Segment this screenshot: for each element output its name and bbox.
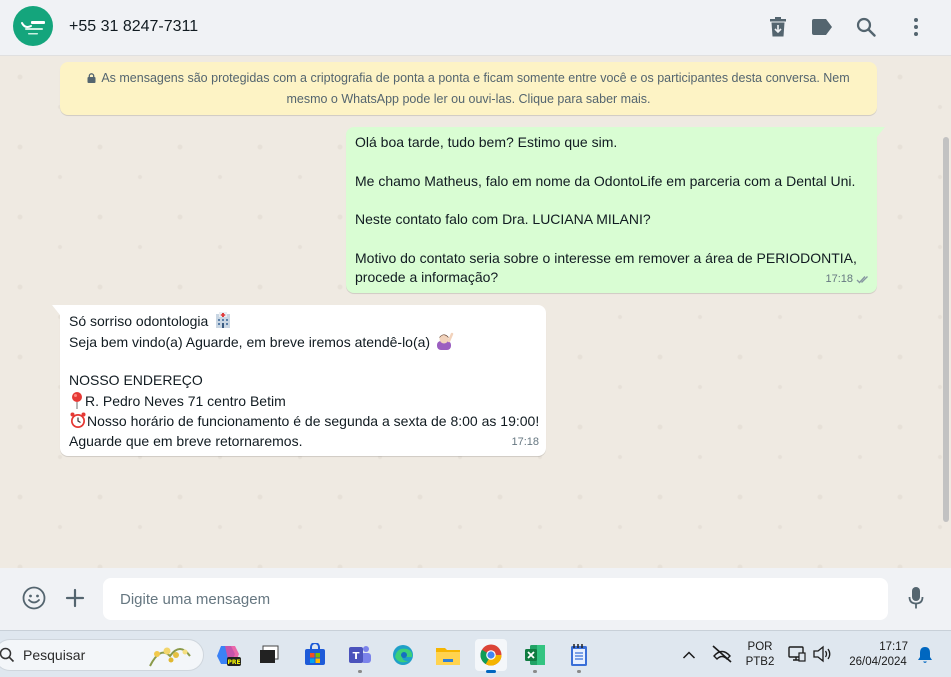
taskbar-teams-icon[interactable]: T — [344, 639, 376, 673]
pushpin-emoji-icon — [72, 391, 82, 409]
double-check-icon — [856, 275, 868, 284]
taskbar-copilot-icon[interactable]: PRE — [212, 639, 244, 671]
svg-text:T: T — [353, 651, 360, 662]
menu-dots-icon[interactable] — [903, 14, 929, 40]
contact-avatar[interactable] — [13, 6, 53, 46]
message-time: 17:18 — [825, 270, 870, 290]
message-time: 17:18 — [511, 435, 539, 448]
message-line: Neste contato falo com Dra. LUCIANA MILA… — [355, 211, 651, 227]
attach-plus-icon[interactable] — [62, 585, 88, 611]
taskbar-excel-icon[interactable] — [519, 639, 551, 673]
volume-icon[interactable] — [812, 645, 832, 668]
incoming-message[interactable]: Só sorriso odontologia Seja bem vindo(a)… — [52, 305, 546, 456]
message-line: Só sorriso odontologia — [69, 313, 209, 329]
no-network-icon[interactable] — [711, 644, 733, 669]
contact-name[interactable]: +55 31 8247-7311 — [69, 18, 198, 36]
notification-bell-icon[interactable] — [917, 646, 933, 669]
taskbar-search-text: Pesquisar — [23, 647, 86, 663]
taskbar-store-icon[interactable] — [299, 639, 331, 671]
chat-header: +55 31 8247-7311 — [0, 0, 951, 56]
woman-raising-hand-emoji-icon — [436, 332, 454, 350]
encryption-notice[interactable]: As mensagens são protegidas com a cripto… — [60, 62, 877, 115]
svg-text:PRE: PRE — [227, 659, 240, 666]
search-icon[interactable] — [853, 14, 879, 40]
taskbar-notepad-icon[interactable] — [563, 639, 595, 673]
encryption-notice-text: As mensagens são protegidas com a cripto… — [101, 71, 850, 106]
alarm-clock-emoji-icon — [70, 412, 86, 428]
clinic-logo-icon — [21, 21, 45, 35]
message-line: Aguarde que em breve retornaremos. — [69, 432, 303, 449]
input-language-indicator[interactable]: POR PTB2 — [744, 640, 776, 670]
emoji-icon[interactable] — [21, 585, 47, 611]
message-input[interactable] — [103, 578, 888, 620]
lock-icon — [87, 73, 96, 83]
message-composer — [0, 568, 951, 630]
taskbar-edge-icon[interactable] — [387, 639, 419, 671]
tray-chevron-up-icon[interactable] — [682, 647, 696, 665]
taskbar-chrome-icon[interactable] — [475, 639, 507, 673]
chat-scrollbar[interactable] — [943, 137, 949, 522]
hospital-emoji-icon — [216, 312, 231, 328]
message-line: Seja bem vindo(a) Aguarde, em breve irem… — [69, 333, 431, 350]
search-highlight-image — [149, 647, 191, 667]
microphone-icon[interactable] — [903, 585, 929, 611]
taskbar-explorer-icon[interactable] — [432, 639, 464, 671]
message-line: procede a informação? — [355, 269, 499, 285]
message-line: Olá boa tarde, tudo bem? Estimo que sim. — [355, 134, 618, 150]
windows-taskbar: Pesquisar PRE T POR PTB2 17:17 26/04/202… — [0, 630, 951, 677]
taskbar-taskview-icon[interactable] — [253, 639, 285, 671]
taskbar-clock[interactable]: 17:17 26/04/2024 — [842, 640, 914, 670]
taskbar-search[interactable]: Pesquisar — [0, 639, 204, 671]
delete-icon[interactable] — [765, 14, 791, 40]
message-line: R. Pedro Neves 71 centro Betim — [85, 392, 286, 409]
message-line: Me chamo Matheus, falo em nome da Odonto… — [355, 172, 856, 189]
outgoing-message[interactable]: Olá boa tarde, tudo bem? Estimo que sim.… — [346, 127, 885, 293]
display-icon[interactable] — [788, 645, 806, 668]
message-line: NOSSO ENDEREÇO — [69, 372, 203, 388]
message-line: Nosso horário de funcionamento é de segu… — [87, 413, 540, 429]
conversation-panel[interactable]: As mensagens são protegidas com a cripto… — [0, 57, 951, 568]
search-icon — [0, 647, 15, 663]
message-line: Motivo do contato seria sobre o interess… — [355, 249, 857, 266]
label-icon[interactable] — [809, 14, 835, 40]
